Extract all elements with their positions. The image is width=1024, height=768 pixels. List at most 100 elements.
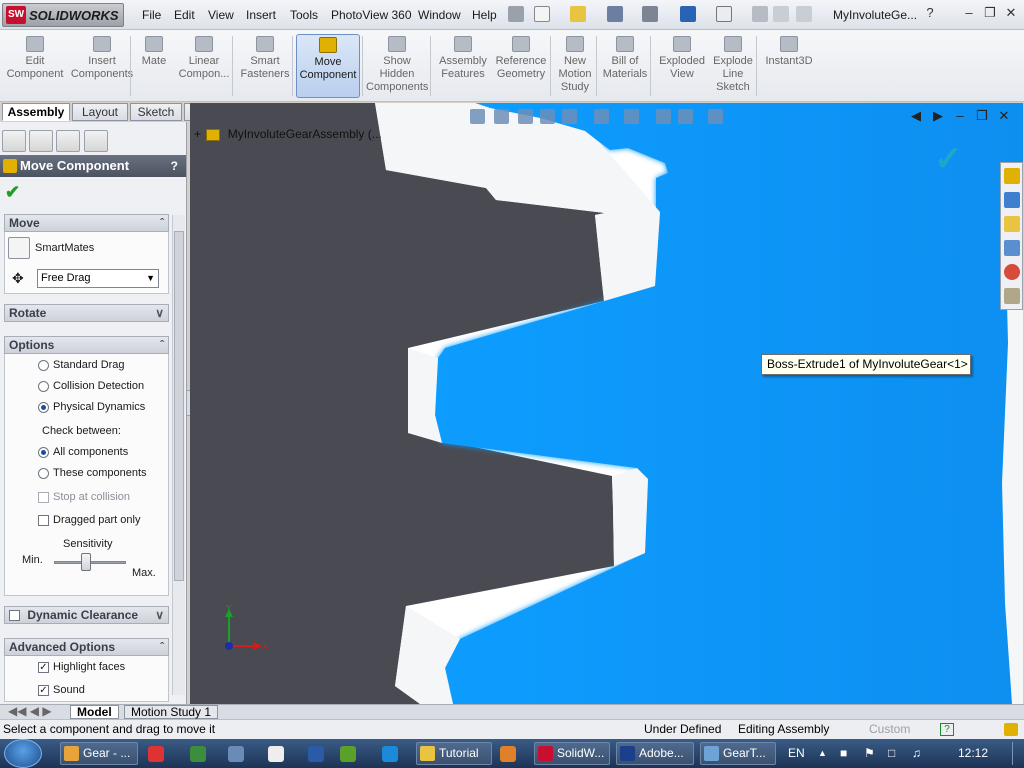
- internet-explorer-icon[interactable]: [382, 746, 398, 762]
- select-cursor-icon[interactable]: [716, 6, 732, 22]
- gear-assembly-render[interactable]: [190, 103, 1023, 704]
- menu-insert[interactable]: Insert: [246, 8, 276, 22]
- custom-properties-icon[interactable]: [1004, 288, 1020, 304]
- show-desktop-button[interactable]: [1012, 742, 1022, 765]
- viewport-close-icon[interactable]: ✕: [993, 108, 1015, 124]
- view-palette-icon[interactable]: [1004, 240, 1020, 256]
- linear-component-pattern-button[interactable]: Linear Compon...: [172, 34, 236, 98]
- file-properties-icon[interactable]: [773, 6, 789, 22]
- property-manager-tab-icon[interactable]: [29, 130, 53, 152]
- viewport-restore-icon[interactable]: ❐: [971, 108, 993, 124]
- pm-help-button[interactable]: ?: [171, 155, 178, 177]
- view-orientation-icon[interactable]: [562, 109, 577, 124]
- close-icon[interactable]: ✕: [1001, 4, 1021, 22]
- minimize-icon[interactable]: –: [959, 4, 979, 22]
- help-icon[interactable]: ?: [920, 4, 940, 22]
- rotate-group-header[interactable]: Rotate ∨: [4, 304, 169, 322]
- menu-edit[interactable]: Edit: [174, 8, 195, 22]
- smart-fasteners-button[interactable]: Smart Fasteners: [238, 34, 292, 98]
- options-group-header[interactable]: Options ˆ: [4, 336, 169, 354]
- settings-app-icon[interactable]: [228, 746, 244, 762]
- unknown-app-icon[interactable]: [268, 746, 284, 762]
- expand-chevron-icon[interactable]: ∨: [155, 607, 164, 623]
- file-explorer-icon[interactable]: [1004, 216, 1020, 232]
- view-settings-icon[interactable]: [708, 109, 723, 124]
- graphics-viewport[interactable]: + MyInvoluteGearAssembly (... ◀ ▶ – ❐ ✕ ✓: [190, 103, 1023, 704]
- appearances-icon[interactable]: [1004, 264, 1020, 280]
- tab-scroll-arrows[interactable]: ◀◀ ◀ ▶ ▶▶: [2, 705, 62, 731]
- collapse-chevron-icon[interactable]: ˆ: [160, 337, 164, 353]
- assembly-features-button[interactable]: Assembly Features: [434, 34, 492, 98]
- taskbar-item[interactable]: SolidW...: [534, 742, 610, 765]
- previous-view-icon[interactable]: [518, 109, 533, 124]
- highlight-faces-checkbox[interactable]: ✓: [38, 662, 49, 673]
- edit-component-button[interactable]: Edit Component: [4, 34, 66, 98]
- new-document-icon[interactable]: [534, 6, 550, 22]
- sensitivity-slider-thumb[interactable]: [81, 553, 92, 571]
- edit-appearance-icon[interactable]: [656, 109, 671, 124]
- save-icon[interactable]: [607, 6, 623, 22]
- viewport-prev-icon[interactable]: ◀: [905, 108, 927, 124]
- media-player-icon[interactable]: [500, 746, 516, 762]
- design-library-icon[interactable]: [1004, 192, 1020, 208]
- smartmates-button-icon[interactable]: [8, 237, 30, 259]
- taskbar-item[interactable]: Tutorial: [416, 742, 492, 765]
- open-folder-icon[interactable]: [570, 6, 586, 22]
- confirmation-corner-check-icon[interactable]: ✓: [934, 139, 963, 179]
- dragged-part-only-checkbox[interactable]: [38, 515, 49, 526]
- display-style-icon[interactable]: [594, 109, 609, 124]
- explode-line-sketch-button[interactable]: Explode Line Sketch: [708, 34, 758, 98]
- clock[interactable]: 12:12: [958, 739, 988, 768]
- units-status[interactable]: Custom: [869, 720, 910, 739]
- move-component-button[interactable]: Move Component: [296, 34, 360, 98]
- exploded-view-button[interactable]: Exploded View: [654, 34, 710, 98]
- zoom-area-icon[interactable]: [494, 109, 509, 124]
- home-icon[interactable]: [1004, 168, 1020, 184]
- rebuild-status-icon[interactable]: [1004, 723, 1018, 736]
- collapse-chevron-icon[interactable]: ˆ: [160, 639, 164, 655]
- feature-tree-tab-icon[interactable]: [2, 130, 26, 152]
- word-icon[interactable]: [308, 746, 324, 762]
- model-tab[interactable]: Model: [70, 705, 119, 719]
- zoom-to-fit-icon[interactable]: [470, 109, 485, 124]
- show-hidden-components-button[interactable]: Show Hidden Components: [366, 34, 428, 98]
- physical-dynamics-radio[interactable]: [38, 402, 49, 413]
- undo-icon[interactable]: [680, 6, 696, 22]
- new-motion-study-button[interactable]: New Motion Study: [554, 34, 596, 98]
- print-icon[interactable]: [642, 6, 658, 22]
- restore-icon[interactable]: ❐: [980, 4, 1000, 22]
- flag-icon[interactable]: ⚑: [864, 739, 875, 768]
- rebuild-icon[interactable]: [752, 6, 768, 22]
- bill-of-materials-button[interactable]: Bill of Materials: [600, 34, 650, 98]
- taskbar-item[interactable]: GearT...: [700, 742, 776, 765]
- collision-detection-radio[interactable]: [38, 381, 49, 392]
- tab-assembly[interactable]: Assembly: [2, 103, 70, 121]
- volume-icon[interactable]: ♫: [912, 739, 921, 768]
- menu-photoview[interactable]: PhotoView 360: [331, 8, 412, 22]
- mate-button[interactable]: Mate: [136, 34, 172, 98]
- all-components-radio[interactable]: [38, 447, 49, 458]
- sound-checkbox[interactable]: ✓: [38, 685, 49, 696]
- these-components-radio[interactable]: [38, 468, 49, 479]
- tab-sketch[interactable]: Sketch: [130, 103, 182, 121]
- menu-window[interactable]: Window: [418, 8, 461, 22]
- pin-icon[interactable]: [508, 6, 524, 22]
- expand-plus-icon[interactable]: +: [194, 127, 201, 141]
- solidworks-logo[interactable]: SW SOLIDWORKS: [2, 3, 124, 27]
- menu-tools[interactable]: Tools: [290, 8, 318, 22]
- taskbar-item[interactable]: Adobe...: [616, 742, 694, 765]
- taskbar-item[interactable]: Gear - ...: [60, 742, 138, 765]
- insert-components-button[interactable]: Insert Components: [64, 34, 140, 98]
- hide-show-items-icon[interactable]: [624, 109, 639, 124]
- dynamic-clearance-checkbox[interactable]: [9, 610, 20, 622]
- apply-scene-icon[interactable]: [678, 109, 693, 124]
- viewport-minimize-icon[interactable]: –: [949, 108, 971, 123]
- evernote-icon[interactable]: [190, 746, 206, 762]
- dynamic-clearance-header[interactable]: Dynamic Clearance ∨: [4, 606, 169, 624]
- configuration-manager-tab-icon[interactable]: [56, 130, 80, 152]
- menu-view[interactable]: View: [208, 8, 234, 22]
- drag-mode-select[interactable]: Free Drag ▼: [37, 269, 159, 288]
- viewport-next-icon[interactable]: ▶: [927, 108, 949, 124]
- tab-layout[interactable]: Layout: [72, 103, 128, 121]
- panel-scrollbar-thumb[interactable]: [174, 231, 184, 581]
